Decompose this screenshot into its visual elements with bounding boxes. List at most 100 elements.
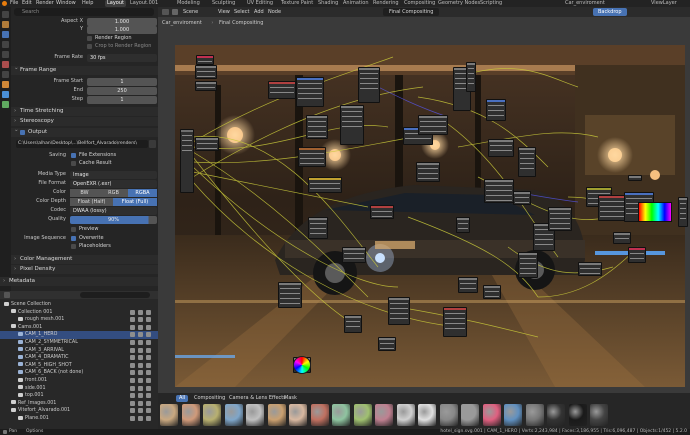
node[interactable] — [298, 147, 326, 167]
node[interactable] — [518, 252, 538, 278]
node[interactable] — [443, 307, 467, 337]
visibility-eye-icon[interactable] — [130, 332, 135, 338]
file-extensions-checkbox[interactable] — [71, 153, 76, 158]
asset-thumbnail[interactable] — [224, 404, 243, 426]
aspect-y-field[interactable]: 1.000 — [87, 25, 157, 34]
outliner-row[interactable]: CAM_1_HERO — [0, 331, 158, 339]
node-header[interactable] — [379, 338, 395, 340]
node-header[interactable] — [371, 206, 393, 208]
node-header[interactable] — [614, 233, 630, 235]
node[interactable] — [358, 67, 380, 103]
menu-help[interactable]: Help — [82, 0, 93, 7]
output-section[interactable]: Output — [11, 126, 158, 137]
node[interactable] — [180, 129, 194, 193]
node[interactable] — [483, 285, 501, 299]
tab-rendering[interactable]: Rendering — [373, 0, 399, 7]
checkbox-icon[interactable] — [146, 416, 151, 421]
checkbox-icon[interactable] — [146, 340, 151, 345]
node-header[interactable] — [417, 163, 439, 165]
visibility-eye-icon[interactable] — [130, 340, 135, 345]
scene-dropdown[interactable]: Scene — [183, 7, 198, 17]
render-region-checkbox[interactable] — [87, 36, 92, 41]
node-header[interactable] — [629, 248, 645, 250]
node[interactable] — [308, 177, 342, 193]
visibility-eye-icon[interactable] — [130, 370, 135, 376]
outliner-row[interactable]: Vitefort_Alvarado.001 — [0, 407, 158, 415]
frame-range-section[interactable]: Frame Range — [11, 64, 158, 75]
asset-thumbnail[interactable] — [568, 404, 587, 426]
render-camera-icon[interactable] — [138, 362, 143, 368]
checkbox-icon[interactable] — [146, 362, 151, 368]
render-camera-icon[interactable] — [138, 400, 143, 406]
node[interactable] — [578, 262, 602, 276]
asset-thumbnail[interactable] — [590, 404, 608, 426]
color-bw-button[interactable]: BW — [70, 188, 99, 197]
editor-type-icon[interactable] — [4, 292, 10, 298]
search-input[interactable]: Search — [14, 8, 154, 16]
asset-thumbnail[interactable] — [504, 404, 522, 426]
color-wheel-node[interactable] — [293, 356, 311, 374]
node[interactable] — [378, 337, 396, 351]
outliner-row[interactable]: Cams.001 — [0, 324, 158, 332]
node[interactable] — [370, 205, 394, 219]
outliner-row[interactable]: rough mesh.001 — [0, 316, 158, 324]
outliner-row[interactable]: side.001 — [0, 385, 158, 393]
checkbox-icon[interactable] — [146, 309, 151, 315]
asset-thumbnail[interactable] — [181, 404, 200, 426]
menu-node[interactable]: Node — [268, 7, 281, 17]
checkbox-icon[interactable] — [146, 332, 151, 338]
node-header[interactable] — [389, 298, 409, 300]
time-stretching-section[interactable]: Time Stretching — [11, 107, 158, 116]
tab-geometry-nodes[interactable]: Geometry Nodes — [438, 0, 480, 7]
visibility-eye-icon[interactable] — [130, 324, 135, 330]
tab-shading[interactable]: Shading — [318, 0, 338, 7]
node[interactable] — [548, 207, 572, 231]
tab-uv-editing[interactable]: UV Editing — [247, 0, 273, 7]
color-rgb-button[interactable]: RGB — [99, 188, 128, 197]
color-rgba-button[interactable]: RGBA — [128, 188, 157, 197]
node[interactable] — [416, 162, 440, 182]
node-header[interactable] — [196, 82, 216, 84]
node-header[interactable] — [587, 188, 611, 190]
color-management-section[interactable]: Color Management — [11, 255, 158, 264]
codec-dropdown[interactable]: DWAA (lossy) — [70, 206, 157, 215]
node[interactable] — [342, 247, 366, 263]
outliner-row[interactable]: Collection 001 — [0, 309, 158, 317]
asset-tab-mask[interactable]: Mask — [284, 395, 297, 402]
node-header[interactable] — [457, 218, 469, 220]
visibility-eye-icon[interactable] — [130, 317, 135, 323]
placeholders-checkbox[interactable] — [71, 244, 76, 249]
render-icon[interactable] — [2, 21, 9, 28]
checkbox-icon[interactable] — [146, 385, 151, 391]
outliner-row[interactable]: CAM_6_BACK (not done) — [0, 369, 158, 377]
editor-type-icon[interactable] — [162, 9, 169, 15]
stereoscopy-section[interactable]: Stereoscopy — [11, 117, 158, 126]
tab-animation[interactable]: Animation — [343, 0, 369, 7]
scene-selector[interactable]: Car_enviroment — [565, 0, 605, 7]
checkbox-icon[interactable] — [146, 347, 151, 353]
menu-add[interactable]: Add — [254, 7, 264, 17]
asset-thumbnail[interactable] — [439, 404, 458, 426]
node-header[interactable] — [519, 253, 537, 255]
node[interactable] — [308, 217, 328, 239]
render-camera-icon[interactable] — [138, 393, 143, 399]
outliner-search-input[interactable] — [80, 292, 150, 298]
overwrite-checkbox[interactable] — [71, 236, 76, 241]
checkbox-icon[interactable] — [146, 317, 151, 323]
visibility-eye-icon[interactable] — [130, 355, 135, 361]
outliner-row[interactable]: front.001 — [0, 377, 158, 385]
node-header[interactable] — [549, 208, 571, 210]
node[interactable] — [195, 81, 217, 91]
node-header[interactable] — [444, 308, 466, 310]
frame-rate-dropdown[interactable]: 30 fps — [87, 53, 157, 62]
asset-thumbnail[interactable] — [418, 404, 436, 426]
visibility-eye-icon[interactable] — [130, 385, 135, 391]
modifier-icon[interactable] — [2, 91, 9, 98]
asset-thumbnail[interactable] — [353, 404, 372, 426]
menu-edit[interactable]: Edit — [22, 0, 32, 7]
node[interactable] — [484, 179, 514, 203]
depth-full-button[interactable]: Float (Full) — [113, 197, 157, 206]
outliner-row[interactable]: CAM_5_HIGH_SHOT — [0, 362, 158, 370]
render-camera-icon[interactable] — [138, 309, 143, 315]
frame-start-field[interactable]: 1 — [87, 77, 157, 86]
